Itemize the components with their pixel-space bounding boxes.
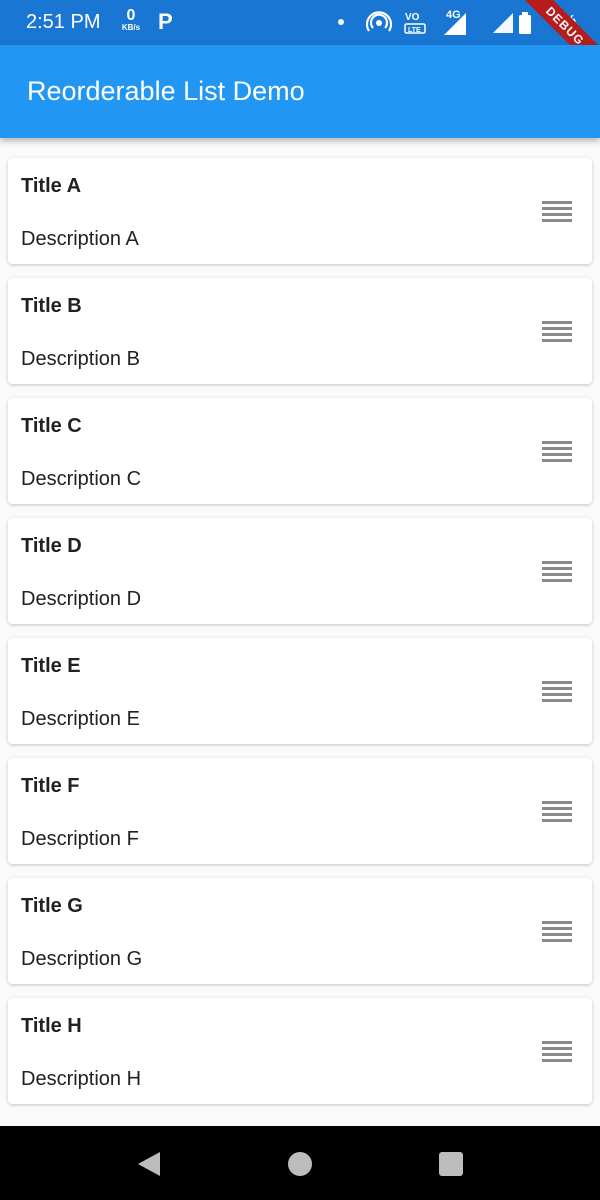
- item-title: Title F: [21, 775, 80, 797]
- drag-handle-icon[interactable]: [542, 921, 572, 942]
- item-description: Description E: [21, 708, 140, 730]
- notification-p-icon: P: [158, 9, 173, 34]
- svg-text:VO: VO: [405, 12, 420, 23]
- app-bar: Reorderable List Demo: [0, 45, 600, 138]
- list-item[interactable]: Title H Description H: [8, 998, 592, 1104]
- item-description: Description H: [21, 1068, 142, 1090]
- item-description: Description B: [21, 348, 140, 370]
- app-title: Reorderable List Demo: [27, 76, 305, 106]
- item-description: Description C: [21, 468, 142, 490]
- item-title: Title D: [21, 535, 82, 557]
- list-item[interactable]: Title F Description F: [8, 758, 592, 864]
- item-title: Title A: [21, 175, 82, 197]
- drag-handle-icon[interactable]: [542, 561, 572, 582]
- home-icon[interactable]: [288, 1152, 312, 1176]
- drag-handle-icon[interactable]: [542, 681, 572, 702]
- status-bar: 2:51 PM 0 KB/s P VO LTE 4G 9% DEBUG: [0, 0, 600, 45]
- svg-text:LTE: LTE: [408, 27, 421, 34]
- recents-icon[interactable]: [439, 1152, 463, 1176]
- list-item[interactable]: Title D Description D: [8, 518, 592, 624]
- back-icon[interactable]: [138, 1152, 160, 1176]
- net-speed-unit: KB/s: [121, 23, 141, 32]
- drag-handle-icon[interactable]: [542, 321, 572, 342]
- drag-handle-icon[interactable]: [542, 801, 572, 822]
- reorderable-list[interactable]: Title A Description A Title B Descriptio…: [0, 138, 600, 1126]
- item-description: Description G: [21, 948, 143, 970]
- item-description: Description D: [21, 588, 142, 610]
- drag-handle-icon[interactable]: [542, 441, 572, 462]
- hotspot-icon: [366, 11, 392, 32]
- item-title: Title H: [21, 1015, 82, 1037]
- list-item[interactable]: Title G Description G: [8, 878, 592, 984]
- signal-4g-icon: 4G: [444, 9, 466, 35]
- drag-handle-icon[interactable]: [542, 201, 572, 222]
- item-title: Title B: [21, 295, 82, 317]
- item-description: Description F: [21, 828, 139, 850]
- net-speed-value: 0: [126, 7, 136, 24]
- net-speed-indicator: 0 KB/s: [117, 8, 145, 32]
- volte-icon: VO LTE: [404, 12, 426, 34]
- drag-handle-icon[interactable]: [542, 1041, 572, 1062]
- status-time: 2:51 PM: [26, 11, 101, 33]
- item-title: Title C: [21, 415, 82, 437]
- svg-text:4G: 4G: [446, 9, 461, 21]
- list-item[interactable]: Title A Description A: [8, 158, 592, 264]
- list-item[interactable]: Title E Description E: [8, 638, 592, 744]
- item-title: Title G: [21, 895, 83, 917]
- signal-icon: [493, 13, 513, 33]
- navigation-bar: [0, 1126, 600, 1200]
- notification-dot-icon: [338, 19, 344, 25]
- battery-icon: [519, 12, 531, 34]
- item-description: Description A: [21, 228, 139, 250]
- item-title: Title E: [21, 655, 81, 677]
- list-item[interactable]: Title C Description C: [8, 398, 592, 504]
- list-item[interactable]: Title B Description B: [8, 278, 592, 384]
